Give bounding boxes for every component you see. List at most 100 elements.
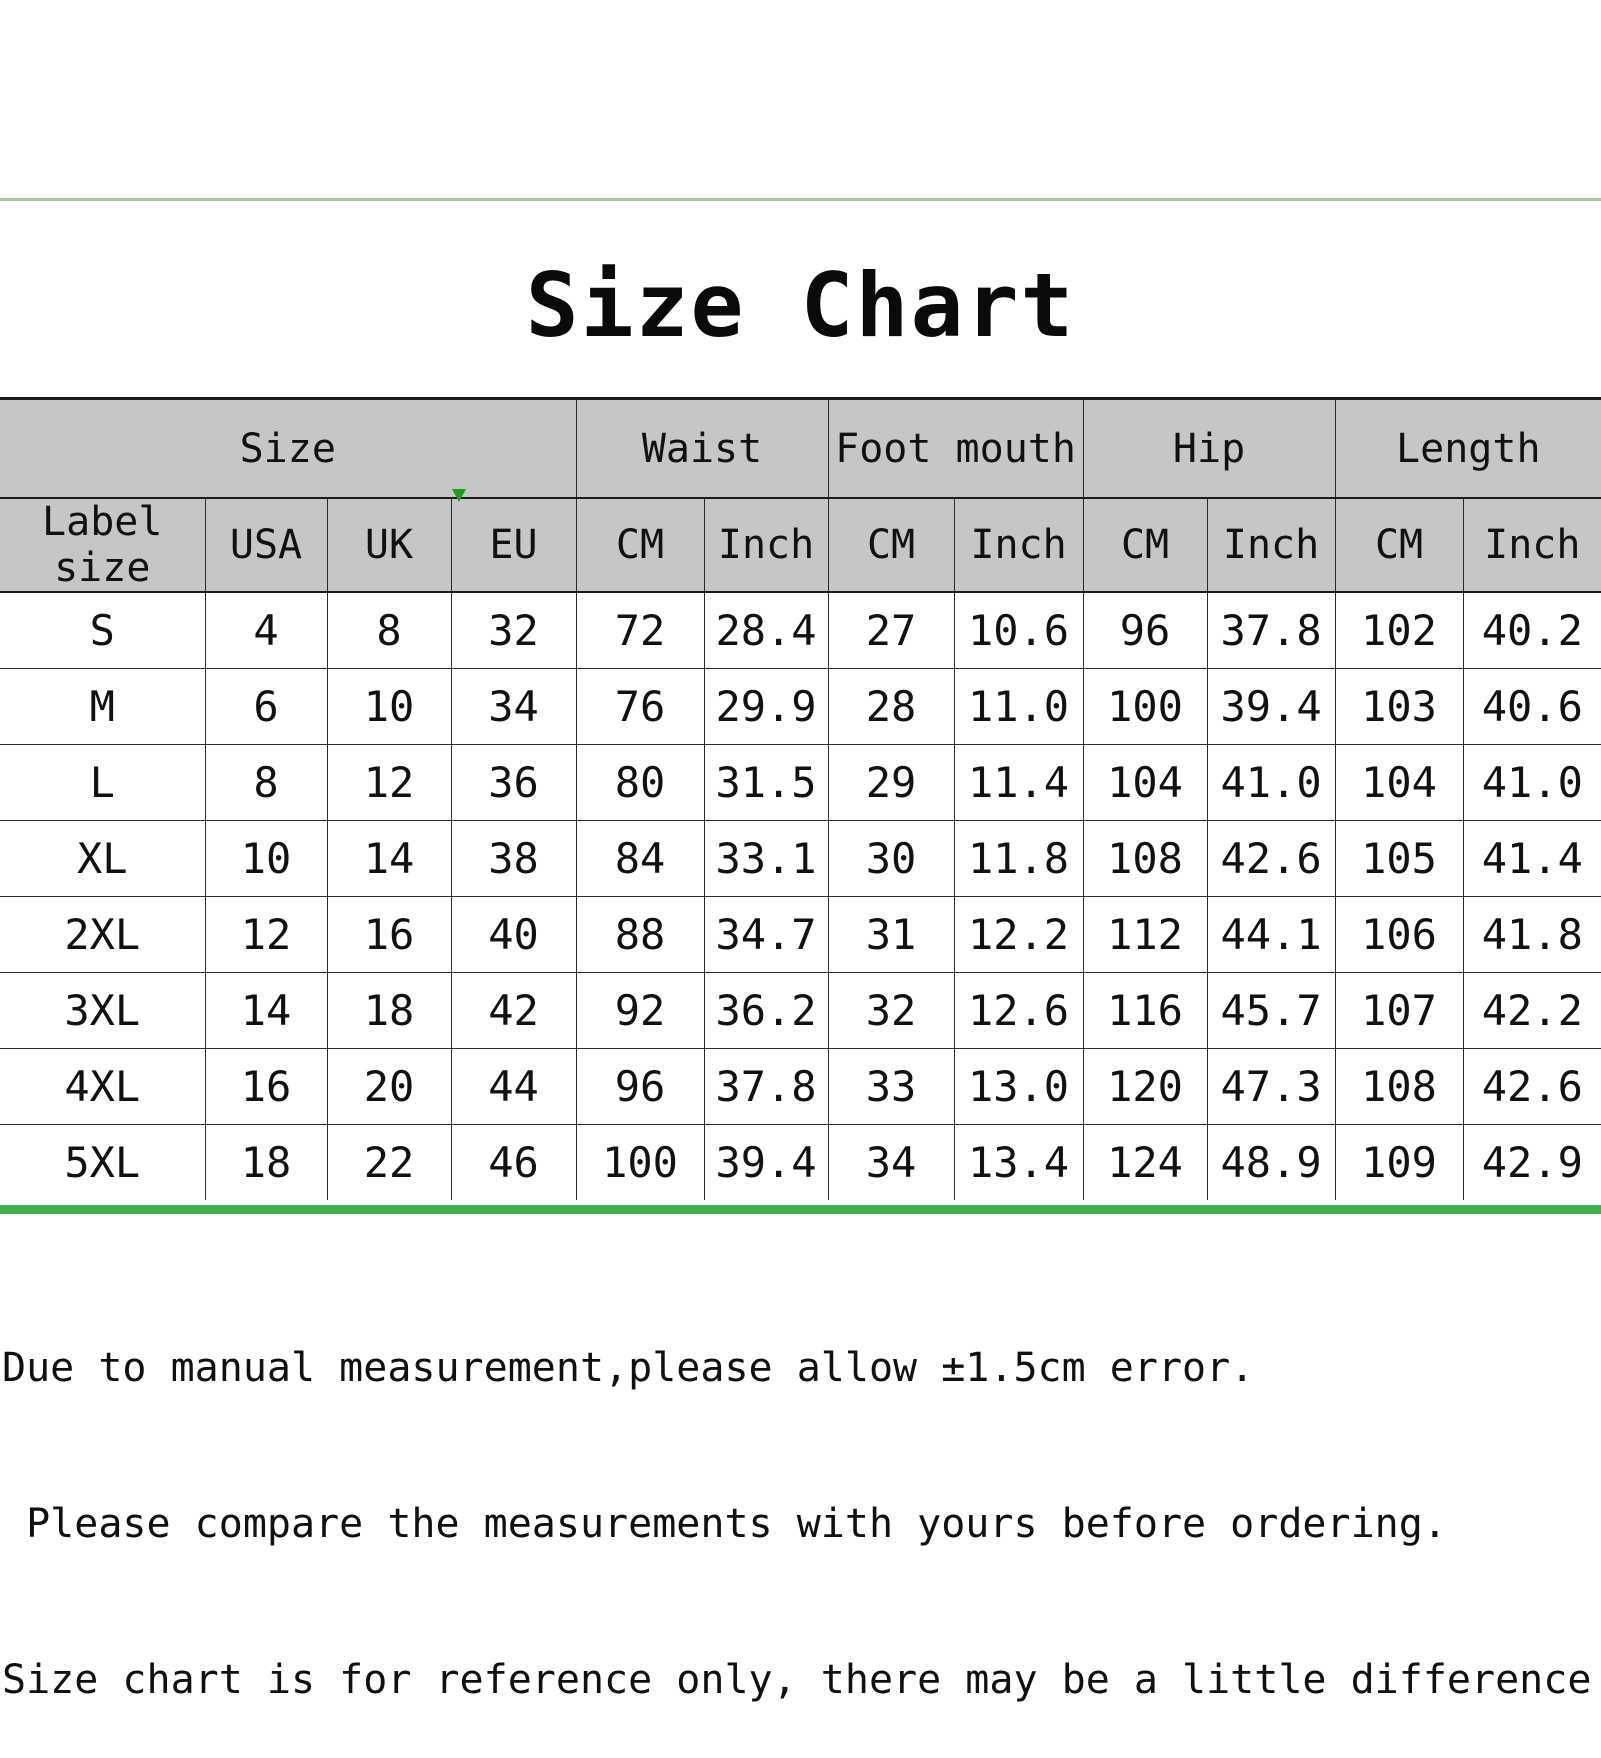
measurement-cell: 12.6 xyxy=(953,972,1084,1049)
group-header-cell: Waist xyxy=(575,397,829,499)
unit-header-cell: EU xyxy=(450,497,577,593)
measurement-cell: 11.0 xyxy=(953,668,1084,745)
table-row: S 4 8 32 72 28.4 27 10.6 96 37.8 102 40.2 xyxy=(0,591,1601,669)
measurement-cell: 92 xyxy=(575,972,705,1049)
measurement-cell: 33.1 xyxy=(703,820,829,897)
measurement-cell: 109 xyxy=(1334,1124,1464,1200)
table-row: 5XL 18 22 46 100 39.4 34 13.4 124 48.9 109 42.9 xyxy=(0,1124,1601,1200)
measurement-cell: 8 xyxy=(204,744,328,821)
note-line: Please compare the measurements with you… xyxy=(2,1501,1447,1547)
measurement-cell: 104 xyxy=(1082,744,1208,821)
measurement-cell: 31 xyxy=(827,896,955,973)
measurement-cell: 10 xyxy=(326,668,452,745)
measurement-cell: 14 xyxy=(326,820,452,897)
measurement-cell: 16 xyxy=(204,1048,328,1125)
measurement-cell: 42.9 xyxy=(1462,1124,1601,1200)
measurement-cell: 37.8 xyxy=(703,1048,829,1125)
measurement-cell: 4 xyxy=(204,591,328,669)
group-header-cell: Foot mouth xyxy=(827,397,1084,499)
table-row: 4XL 16 20 44 96 37.8 33 13.0 120 47.3 108 42.6 xyxy=(0,1048,1601,1125)
measurement-cell: 34.7 xyxy=(703,896,829,973)
measurement-cell: 105 xyxy=(1334,820,1464,897)
measurement-cell: 41.0 xyxy=(1462,744,1601,821)
size-label-cell: XL xyxy=(0,820,206,897)
measurement-cell: 32 xyxy=(827,972,955,1049)
measurement-cell: 40.6 xyxy=(1462,668,1601,745)
measurement-cell: 33 xyxy=(827,1048,955,1125)
note-line: Due to manual measurement,please allow ±… xyxy=(2,1345,1255,1391)
group-header-cell: Length xyxy=(1334,397,1601,499)
measurement-cell: 108 xyxy=(1082,820,1208,897)
measurement-cell: 22 xyxy=(326,1124,452,1200)
measurement-cell: 41.8 xyxy=(1462,896,1601,973)
measurement-cell: 36 xyxy=(450,744,577,821)
measurement-cell: 46 xyxy=(450,1124,577,1200)
unit-header-cell: UK xyxy=(326,497,452,593)
unit-header-cell: CM xyxy=(575,497,705,593)
size-chart-table: Size Waist Foot mouth Hip Length Label size U… xyxy=(0,397,1601,1200)
measurement-cell: 29 xyxy=(827,744,955,821)
measurement-cell: 13.4 xyxy=(953,1124,1084,1200)
measurement-cell: 6 xyxy=(204,668,328,745)
unit-header-cell: Inch xyxy=(953,497,1084,593)
measurement-cell: 108 xyxy=(1334,1048,1464,1125)
measurement-cell: 44.1 xyxy=(1206,896,1336,973)
measurement-cell: 39.4 xyxy=(703,1124,829,1200)
group-header-cell: Size xyxy=(0,397,577,499)
notes-block: Due to manual measurement,please allow ±… xyxy=(0,1238,1601,1758)
measurement-cell: 96 xyxy=(575,1048,705,1125)
size-label-cell: 4XL xyxy=(0,1048,206,1125)
measurement-cell: 80 xyxy=(575,744,705,821)
table-row: 3XL 14 18 42 92 36.2 32 12.6 116 45.7 107 42.2 xyxy=(0,972,1601,1049)
measurement-cell: 104 xyxy=(1334,744,1464,821)
measurement-cell: 96 xyxy=(1082,591,1208,669)
measurement-cell: 39.4 xyxy=(1206,668,1336,745)
measurement-cell: 103 xyxy=(1334,668,1464,745)
unit-header-cell: Inch xyxy=(1462,497,1601,593)
measurement-cell: 100 xyxy=(575,1124,705,1200)
unit-header-row: Label size USA UK EU CM Inch CM Inch CM Inch CM Inc… xyxy=(0,497,1601,593)
measurement-cell: 84 xyxy=(575,820,705,897)
measurement-cell: 18 xyxy=(326,972,452,1049)
measurement-cell: 12.2 xyxy=(953,896,1084,973)
green-tick-icon xyxy=(452,489,466,502)
measurement-cell: 30 xyxy=(827,820,955,897)
measurement-cell: 106 xyxy=(1334,896,1464,973)
measurement-cell: 107 xyxy=(1334,972,1464,1049)
measurement-cell: 48.9 xyxy=(1206,1124,1336,1200)
measurement-cell: 42.6 xyxy=(1206,820,1336,897)
measurement-cell: 36.2 xyxy=(703,972,829,1049)
table-row: M 6 10 34 76 29.9 28 11.0 100 39.4 103 40.6 xyxy=(0,668,1601,745)
table-row: 2XL 12 16 40 88 34.7 31 12.2 112 44.1 106 41.8 xyxy=(0,896,1601,973)
measurement-cell: 37.8 xyxy=(1206,591,1336,669)
page-title: Size Chart xyxy=(525,254,1076,357)
measurement-cell: 31.5 xyxy=(703,744,829,821)
size-label-cell: 2XL xyxy=(0,896,206,973)
measurement-cell: 28.4 xyxy=(703,591,829,669)
size-label-cell: M xyxy=(0,668,206,745)
bottom-green-rule xyxy=(0,1205,1601,1214)
size-label-cell: 5XL xyxy=(0,1124,206,1200)
measurement-cell: 20 xyxy=(326,1048,452,1125)
note-line: Size chart is for reference only, there … xyxy=(2,1657,1592,1703)
measurement-cell: 47.3 xyxy=(1206,1048,1336,1125)
measurement-cell: 116 xyxy=(1082,972,1208,1049)
measurement-cell: 41.4 xyxy=(1462,820,1601,897)
measurement-cell: 13.0 xyxy=(953,1048,1084,1125)
measurement-cell: 40.2 xyxy=(1462,591,1601,669)
measurement-cell: 76 xyxy=(575,668,705,745)
measurement-cell: 34 xyxy=(450,668,577,745)
measurement-cell: 16 xyxy=(326,896,452,973)
measurement-cell: 41.0 xyxy=(1206,744,1336,821)
measurement-cell: 12 xyxy=(326,744,452,821)
measurement-cell: 42.6 xyxy=(1462,1048,1601,1125)
table-body: S 4 8 32 72 28.4 27 10.6 96 37.8 102 40.2 M 6 10 34 76 29… xyxy=(0,591,1601,1200)
measurement-cell: 42 xyxy=(450,972,577,1049)
measurement-cell: 29.9 xyxy=(703,668,829,745)
measurement-cell: 32 xyxy=(450,591,577,669)
unit-header-cell: Inch xyxy=(703,497,829,593)
measurement-cell: 45.7 xyxy=(1206,972,1336,1049)
measurement-cell: 44 xyxy=(450,1048,577,1125)
unit-header-cell: CM xyxy=(1082,497,1208,593)
measurement-cell: 112 xyxy=(1082,896,1208,973)
